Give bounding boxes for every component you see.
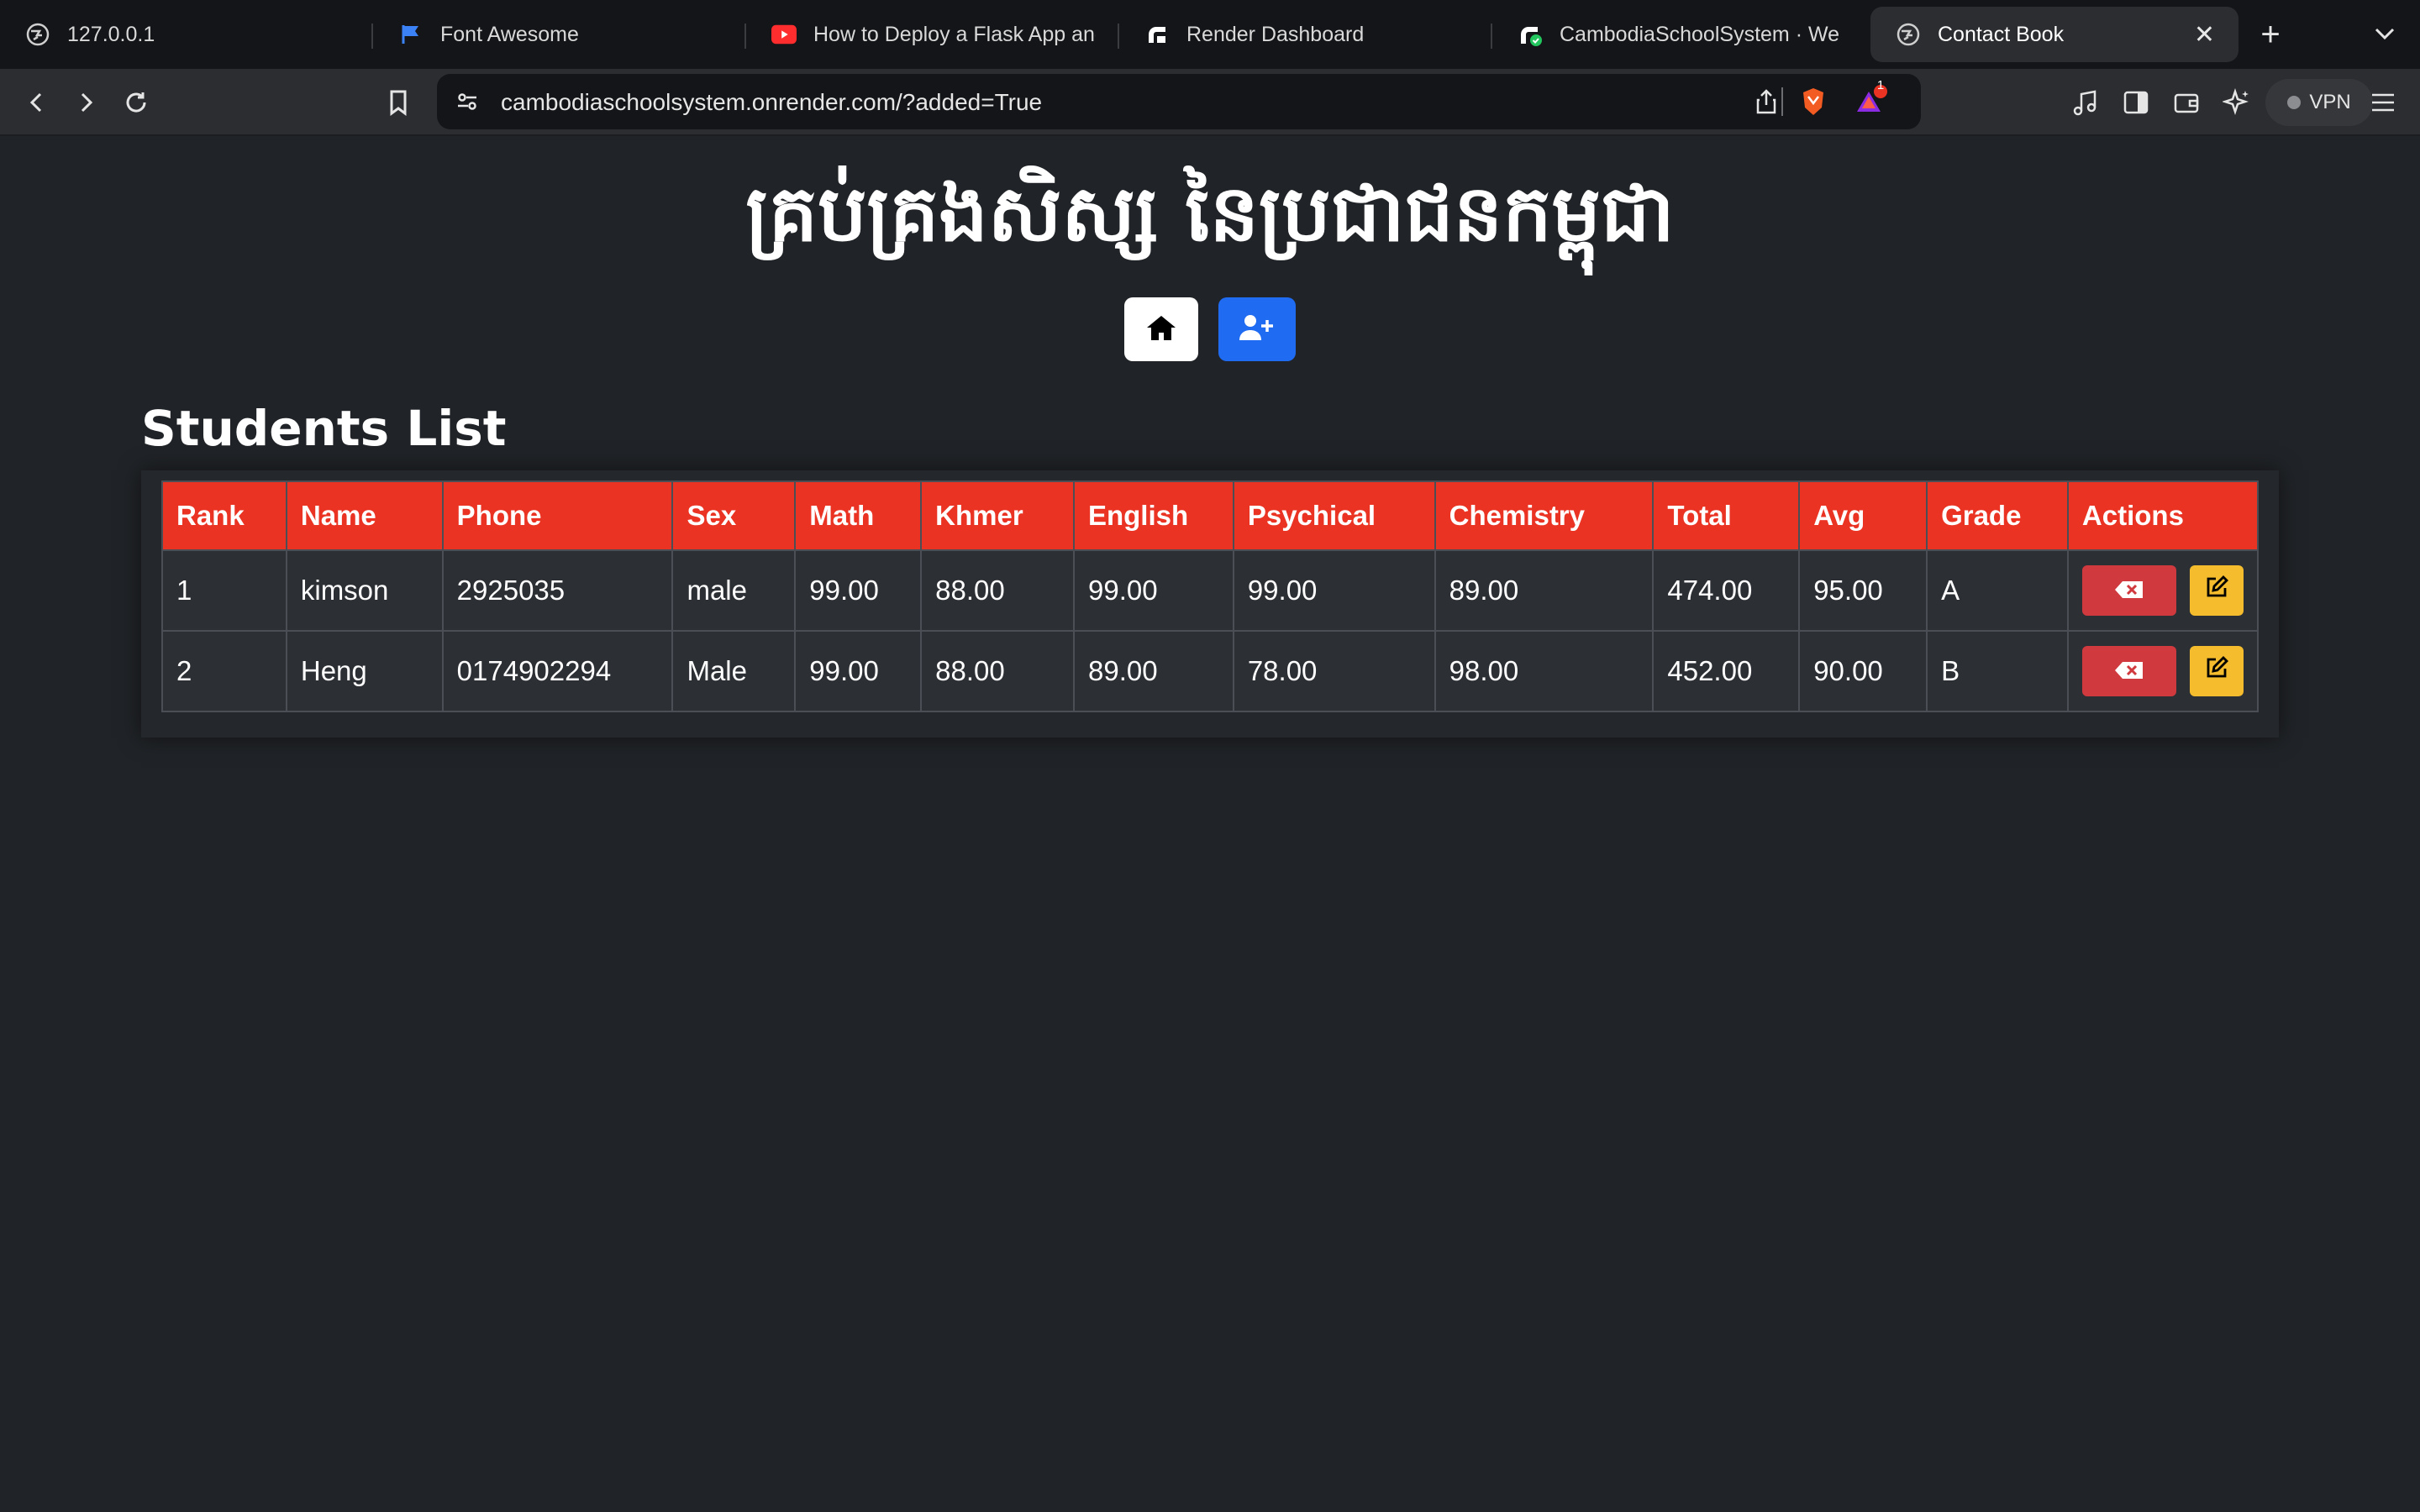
cell-name: kimson	[285, 549, 444, 632]
students-table: Rank Name Phone Sex Math Khmer English P…	[161, 480, 2260, 712]
header-khmer: Khmer	[920, 480, 1075, 551]
header-math: Math	[794, 480, 923, 551]
chevron-down-icon[interactable]	[2368, 17, 2402, 50]
tab-youtube[interactable]: How to Deploy a Flask App and	[746, 7, 1119, 62]
cell-khmer: 88.00	[920, 630, 1075, 712]
edit-button[interactable]	[2189, 565, 2244, 616]
reload-icon[interactable]	[118, 84, 155, 121]
home-icon	[1145, 313, 1177, 346]
tab-cambodia-school-system[interactable]: CambodiaSchoolSystem · We	[1492, 7, 1865, 62]
menu-icon[interactable]	[2365, 84, 2402, 121]
backspace-icon	[2114, 575, 2144, 606]
vpn-status-icon	[2287, 96, 2302, 109]
forward-icon[interactable]	[67, 84, 104, 121]
header-sex: Sex	[671, 480, 797, 551]
render-icon	[1144, 22, 1170, 47]
cell-phone: 0174902294	[441, 630, 674, 712]
vpn-label: VPN	[2309, 91, 2351, 113]
cell-name: Heng	[285, 630, 444, 712]
share-icon[interactable]	[1748, 83, 1785, 120]
header-english: English	[1072, 480, 1234, 551]
sidebar-icon[interactable]	[2118, 84, 2154, 121]
brave-shields-icon[interactable]	[1795, 83, 1832, 120]
back-icon[interactable]	[18, 84, 55, 121]
edit-icon	[2204, 575, 2229, 606]
page-title: គ្រប់គ្រងសិស្ស នៃប្រជាជនកម្ពុជា	[745, 169, 1675, 259]
tab-contact-book[interactable]: Contact Book ✕	[1870, 7, 2238, 62]
site-settings-icon[interactable]	[449, 83, 486, 120]
cell-khmer: 88.00	[920, 549, 1075, 632]
edit-button[interactable]	[2189, 646, 2244, 696]
header-chemistry: Chemistry	[1434, 480, 1655, 551]
header-grade: Grade	[1926, 480, 2069, 551]
delete-button[interactable]	[2081, 565, 2176, 616]
header-avg: Avg	[1798, 480, 1928, 551]
new-tab-button[interactable]: +	[2238, 16, 2302, 54]
flag-icon	[398, 22, 424, 47]
backspace-icon	[2114, 655, 2144, 687]
header-actions: Actions	[2066, 480, 2260, 551]
brave-rewards-icon[interactable]: 1	[1852, 78, 1889, 120]
render-icon	[1518, 22, 1543, 47]
music-icon[interactable]	[2067, 84, 2104, 121]
cell-chemistry: 89.00	[1434, 549, 1655, 632]
cell-phone: 2925035	[441, 549, 674, 632]
cell-english: 99.00	[1072, 549, 1234, 632]
cell-rank: 1	[161, 549, 287, 632]
delete-button[interactable]	[2081, 646, 2176, 696]
edit-icon	[2204, 655, 2229, 687]
cell-psychical: 99.00	[1232, 549, 1436, 632]
leo-ai-icon[interactable]	[2218, 84, 2255, 121]
cell-rank: 2	[161, 630, 287, 712]
cell-sex: Male	[671, 630, 797, 712]
cell-chemistry: 98.00	[1434, 630, 1655, 712]
url-text: cambodiaschoolsystem.onrender.com/?added…	[501, 89, 1043, 115]
header-phone: Phone	[441, 480, 674, 551]
section-title: Students List	[141, 400, 507, 457]
close-tab-icon[interactable]: ✕	[2194, 20, 2215, 50]
tab-title: 127.0.0.1	[67, 22, 155, 46]
table-header-row: Rank Name Phone Sex Math Khmer English P…	[161, 480, 2260, 551]
cell-avg: 90.00	[1798, 630, 1928, 712]
cell-grade: A	[1926, 549, 2069, 632]
cell-english: 89.00	[1072, 630, 1234, 712]
add-student-button[interactable]	[1218, 297, 1296, 361]
globe-icon	[1896, 22, 1921, 47]
cell-actions	[2066, 549, 2260, 632]
home-button[interactable]	[1124, 297, 1198, 361]
cell-avg: 95.00	[1798, 549, 1928, 632]
header-name: Name	[285, 480, 444, 551]
cell-math: 99.00	[794, 630, 923, 712]
cell-sex: male	[671, 549, 797, 632]
cell-math: 99.00	[794, 549, 923, 632]
header-psychical: Psychical	[1232, 480, 1436, 551]
table-row: 1 kimson 2925035 male 99.00 88.00 99.00 …	[161, 549, 2260, 632]
tab-title: Contact Book	[1938, 22, 2065, 46]
user-plus-icon	[1239, 313, 1276, 346]
cell-psychical: 78.00	[1232, 630, 1436, 712]
vpn-button[interactable]: VPN	[2265, 79, 2373, 126]
notification-badge: 1	[1876, 78, 1885, 92]
cell-grade: B	[1926, 630, 2069, 712]
wallet-icon[interactable]	[2168, 84, 2205, 121]
tab-title: Render Dashboard	[1186, 22, 1365, 46]
globe-icon	[25, 22, 50, 47]
bookmark-icon[interactable]	[380, 84, 417, 121]
cell-actions	[2066, 630, 2260, 712]
header-rank: Rank	[161, 480, 287, 551]
cell-total: 452.00	[1652, 630, 1801, 712]
tab-bar: 127.0.0.1 Font Awesome How to Deploy a F…	[0, 0, 2420, 69]
tab-title: Font Awesome	[440, 22, 579, 46]
browser-toolbar: cambodiaschoolsystem.onrender.com/?added…	[0, 69, 2420, 136]
youtube-icon	[771, 22, 797, 47]
tab-localhost[interactable]: 127.0.0.1	[0, 7, 373, 62]
tab-title: CambodiaSchoolSystem · We	[1560, 22, 1840, 46]
header-total: Total	[1652, 480, 1801, 551]
cell-total: 474.00	[1652, 549, 1801, 632]
tab-title: How to Deploy a Flask App and	[813, 22, 1096, 46]
tab-font-awesome[interactable]: Font Awesome	[373, 7, 746, 62]
table-row: 2 Heng 0174902294 Male 99.00 88.00 89.00…	[161, 630, 2260, 712]
address-bar[interactable]: cambodiaschoolsystem.onrender.com/?added…	[437, 74, 1921, 129]
tab-render-dashboard[interactable]: Render Dashboard	[1119, 7, 1492, 62]
